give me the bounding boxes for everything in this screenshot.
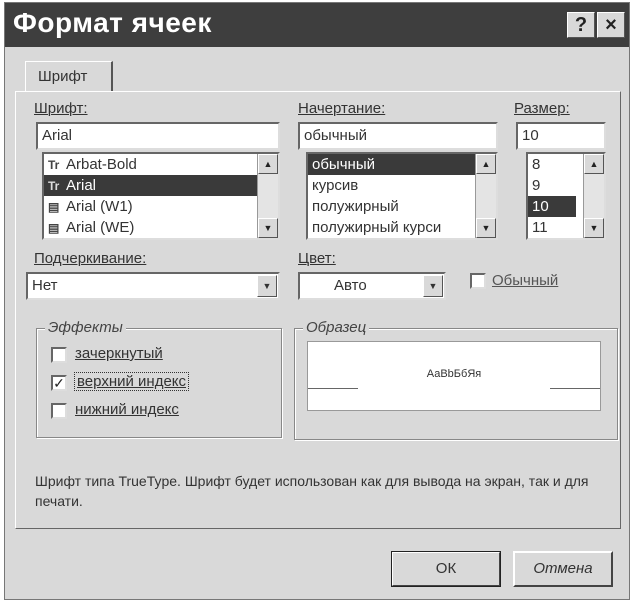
tab-font[interactable]: Шрифт: [25, 61, 113, 91]
size-list-scrollbar[interactable]: ▲ ▼: [583, 154, 604, 238]
list-item[interactable]: 10: [528, 196, 576, 217]
effects-group-title: Эффекты: [45, 319, 126, 336]
underline-select-value: Нет: [32, 277, 58, 294]
printer-font-icon: ▤: [48, 221, 60, 235]
dialog-title: Формат ячеек: [13, 7, 212, 38]
scroll-up-arrow-icon[interactable]: ▲: [584, 154, 604, 174]
size-label: Размер:: [514, 100, 570, 117]
sample-preview: АаBbБбЯя: [307, 341, 601, 411]
strikethrough-label: зачеркнутый: [75, 345, 163, 362]
font-description: Шрифт типа TrueType. Шрифт будет использ…: [35, 473, 589, 509]
font-tab-panel: Шрифт: Arial Tr Arbat-Bold Tr Arial ▤ Arial…: [15, 91, 621, 529]
normal-font-checkbox[interactable]: [470, 273, 486, 289]
font-list-scrollbar[interactable]: ▲ ▼: [257, 154, 278, 238]
sample-baseline-left: [308, 388, 358, 389]
sample-baseline-right: [550, 388, 600, 389]
chevron-down-icon[interactable]: ▼: [257, 275, 277, 297]
font-label: Шрифт:: [34, 100, 88, 117]
scroll-up-arrow-icon[interactable]: ▲: [476, 154, 496, 174]
font-list[interactable]: Tr Arbat-Bold Tr Arial ▤ Arial (W1) ▤ Arial …: [42, 152, 280, 240]
font-input[interactable]: Arial: [36, 122, 280, 150]
list-item[interactable]: Tr Arial: [44, 175, 278, 196]
sample-group: Образец АаBbБбЯя: [294, 319, 618, 440]
chevron-down-icon[interactable]: ▼: [423, 275, 443, 297]
list-item[interactable]: ▤ Arial (W1): [44, 196, 278, 217]
strikethrough-checkbox[interactable]: [51, 347, 67, 363]
superscript-checkbox[interactable]: ✓: [51, 375, 67, 391]
sample-text: АаBbБбЯя: [426, 368, 482, 380]
list-item[interactable]: полужирный курси: [308, 217, 496, 238]
effects-group: Эффекты зачеркнутый ✓ верхний индекс ниж…: [36, 319, 282, 438]
truetype-icon: Tr: [48, 179, 60, 193]
sample-group-title: Образец: [303, 319, 370, 336]
scroll-up-arrow-icon[interactable]: ▲: [258, 154, 278, 174]
ok-button[interactable]: ОК: [391, 551, 501, 587]
format-cells-dialog: Формат ячеек ? × Шрифт Шрифт: Arial Tr Ar…: [4, 2, 630, 600]
style-list-scrollbar[interactable]: ▲ ▼: [475, 154, 496, 238]
printer-font-icon: ▤: [48, 200, 60, 214]
style-input[interactable]: обычный: [298, 122, 498, 150]
size-list[interactable]: 8 9 10 11 ▲ ▼: [526, 152, 606, 240]
style-label: Начертание:: [298, 100, 386, 117]
size-input[interactable]: 10: [516, 122, 606, 150]
list-item[interactable]: ▤ Arial (WE): [44, 217, 278, 238]
normal-font-label: Обычный: [492, 272, 559, 289]
subscript-checkbox[interactable]: [51, 403, 67, 419]
title-bar[interactable]: Формат ячеек ? ×: [5, 3, 629, 47]
color-select[interactable]: Авто ▼: [298, 272, 446, 300]
scroll-down-arrow-icon[interactable]: ▼: [476, 218, 496, 238]
help-button[interactable]: ?: [567, 12, 595, 38]
tab-font-label: Шрифт: [38, 68, 88, 85]
scroll-down-arrow-icon[interactable]: ▼: [584, 218, 604, 238]
cancel-button[interactable]: Отмена: [513, 551, 613, 587]
close-icon: ×: [605, 14, 617, 36]
list-item[interactable]: Tr Arbat-Bold: [44, 154, 278, 175]
color-label: Цвет:: [298, 250, 336, 267]
scroll-down-arrow-icon[interactable]: ▼: [258, 218, 278, 238]
help-icon: ?: [574, 14, 588, 36]
underline-label: Подчеркивание:: [34, 250, 147, 267]
list-item[interactable]: полужирный: [308, 196, 496, 217]
close-button[interactable]: ×: [597, 12, 625, 38]
list-item[interactable]: обычный: [308, 154, 496, 175]
underline-select[interactable]: Нет ▼: [26, 272, 280, 300]
style-list[interactable]: обычный курсив полужирный полужирный кур…: [306, 152, 498, 240]
superscript-label: верхний индекс: [73, 372, 190, 391]
list-item[interactable]: курсив: [308, 175, 496, 196]
color-select-value: Авто: [334, 277, 367, 294]
truetype-icon: Tr: [48, 158, 60, 172]
check-icon: ✓: [53, 375, 65, 391]
subscript-label: нижний индекс: [75, 401, 179, 418]
